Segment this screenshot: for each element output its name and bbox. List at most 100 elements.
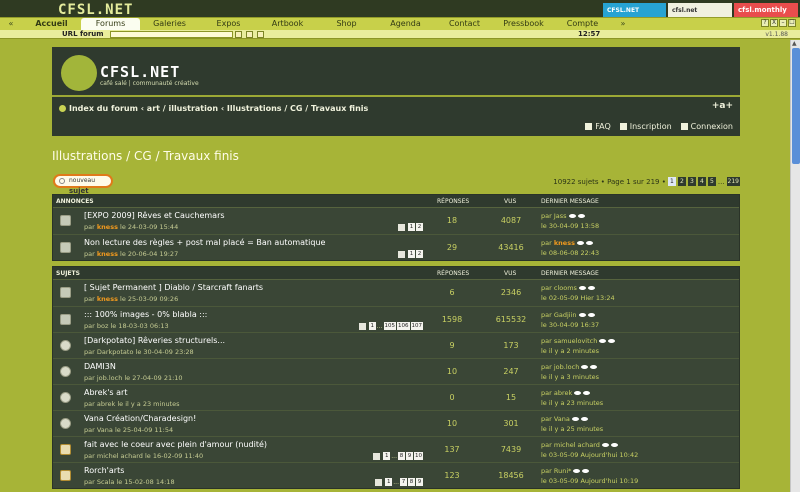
faq-link[interactable]: FAQ	[585, 122, 611, 131]
scrollbar-thumb[interactable]	[792, 48, 800, 164]
last-author-link[interactable]: job.loch	[554, 363, 579, 371]
topic-page-link[interactable]: 1	[408, 250, 415, 258]
tab-galeries[interactable]: Galeries	[140, 18, 199, 30]
breadcrumb-text[interactable]: Index du forum ‹ art / illustration ‹ Il…	[69, 104, 368, 113]
page-3[interactable]: 3	[687, 177, 696, 186]
topic-page-link[interactable]: 1	[368, 322, 376, 330]
view-last-icon[interactable]	[590, 365, 598, 369]
topic-author-link[interactable]: Vana	[97, 426, 113, 434]
url-go-button[interactable]	[235, 31, 242, 38]
forum-logo-text[interactable]: CFSL.NET	[100, 63, 180, 81]
topic-author-link[interactable]: kness	[97, 223, 118, 231]
view-last-icon[interactable]	[582, 469, 590, 473]
view-last-icon[interactable]	[574, 391, 582, 395]
topic-title-link[interactable]: fait avec le coeur avec plein d'amour (n…	[84, 440, 267, 449]
tab-expos[interactable]: Expos	[199, 18, 258, 30]
nav-next-icon[interactable]: »	[612, 18, 634, 30]
topic-page-link[interactable]: 1	[385, 478, 393, 486]
topic-author-link[interactable]: Darkpotato	[97, 348, 134, 356]
topic-title-link[interactable]: Rorch'arts	[84, 466, 124, 475]
view-last-icon[interactable]	[601, 443, 609, 447]
connexion-link[interactable]: Connexion	[680, 122, 733, 131]
tab-forums[interactable]: Forums	[81, 18, 140, 30]
topic-author-link[interactable]: kness	[97, 250, 118, 258]
view-last-icon[interactable]	[573, 469, 581, 473]
page-4[interactable]: 4	[697, 177, 706, 186]
url-forum-input[interactable]	[110, 31, 233, 38]
view-last-icon[interactable]	[585, 241, 593, 245]
topic-row[interactable]: fait avec le coeur avec plein d'amour (n…	[53, 436, 739, 462]
page-2[interactable]: 2	[677, 177, 686, 186]
page-last[interactable]: 219	[726, 177, 740, 186]
topic-page-link[interactable]: 106	[397, 322, 410, 330]
view-last-icon[interactable]	[599, 339, 607, 343]
close-icon[interactable]: X	[770, 19, 778, 27]
topic-row[interactable]: [EXPO 2009] Rêves et Cauchemars par kness…	[53, 208, 739, 234]
topic-row[interactable]: DAMI3N par job.loch le 27-04-09 21:10 10 24…	[53, 358, 739, 384]
page-1[interactable]: 1	[667, 177, 676, 186]
tab-compte[interactable]: Compte	[553, 18, 612, 30]
topic-row[interactable]: Abrek's art par abrek le il y a 23 minute…	[53, 384, 739, 410]
banner-cfsl[interactable]: CFSL.NET	[603, 3, 666, 18]
last-author-link[interactable]: clooms	[554, 284, 577, 292]
topic-author-link[interactable]: abrek	[97, 400, 115, 408]
last-author-link[interactable]: Jass	[554, 212, 567, 220]
topic-author-link[interactable]: kness	[97, 295, 118, 303]
font-size-toggle[interactable]: +a+	[712, 101, 733, 111]
topic-page-link[interactable]: 10	[414, 452, 423, 460]
view-last-icon[interactable]	[568, 214, 576, 218]
view-last-icon[interactable]	[571, 417, 579, 421]
topic-row[interactable]: [ Sujet Permanent ] Diablo / Starcraft f…	[53, 280, 739, 306]
topic-title-link[interactable]: [Darkpotato] Rêveries structurels...	[84, 336, 225, 345]
topic-row[interactable]: [Darkpotato] Rêveries structurels... par …	[53, 332, 739, 358]
view-last-icon[interactable]	[577, 214, 585, 218]
last-author-link[interactable]: Vana	[554, 415, 570, 423]
page-5[interactable]: 5	[707, 177, 716, 186]
last-author-link[interactable]: Gadjiin	[554, 311, 577, 319]
view-last-icon[interactable]	[578, 313, 586, 317]
view-last-icon[interactable]	[583, 391, 591, 395]
maximize-icon[interactable]: ☐	[788, 19, 796, 27]
view-last-icon[interactable]	[587, 286, 595, 290]
topic-row[interactable]: Rorch'arts par Scala le 15-02-08 14:18 1..…	[53, 462, 739, 488]
scroll-up-icon[interactable]: ▲	[792, 40, 797, 47]
topic-title-link[interactable]: DAMI3N	[84, 362, 116, 371]
banner-monthly[interactable]: cfsl.monthly	[734, 3, 798, 18]
url-prev-button[interactable]	[246, 31, 253, 38]
topic-page-link[interactable]: 2	[416, 250, 423, 258]
topic-page-link[interactable]: 1	[383, 452, 391, 460]
view-last-icon[interactable]	[581, 365, 589, 369]
tab-shop[interactable]: Shop	[317, 18, 376, 30]
topic-title-link[interactable]: [EXPO 2009] Rêves et Cauchemars	[84, 211, 225, 220]
inscription-link[interactable]: Inscription	[619, 122, 672, 131]
url-next-button[interactable]	[257, 31, 264, 38]
view-last-icon[interactable]	[610, 443, 618, 447]
topic-page-link[interactable]: 9	[406, 452, 413, 460]
topic-author-link[interactable]: michel achard	[97, 452, 143, 460]
tab-artbook[interactable]: Artbook	[258, 18, 317, 30]
tab-pressbook[interactable]: Pressbook	[494, 18, 553, 30]
last-author-link[interactable]: michel achard	[554, 441, 600, 449]
help-icon[interactable]: ?	[761, 19, 769, 27]
tab-accueil[interactable]: Accueil	[22, 18, 81, 30]
topic-title-link[interactable]: Abrek's art	[84, 388, 127, 397]
topic-page-link[interactable]: 8	[398, 452, 405, 460]
last-author-link[interactable]: Runi*	[554, 467, 572, 475]
topic-page-link[interactable]: 107	[410, 322, 423, 330]
last-author-link[interactable]: abrek	[554, 389, 572, 397]
topic-page-link[interactable]: 105	[383, 322, 396, 330]
view-last-icon[interactable]	[608, 339, 616, 343]
topic-title-link[interactable]: Non lecture des règles + post mal placé …	[84, 238, 325, 247]
topic-page-link[interactable]: 8	[408, 478, 415, 486]
topic-row[interactable]: Vana Création/Charadesign! par Vana le 25…	[53, 410, 739, 436]
topic-row[interactable]: ::: 100% images - 0% blabla ::: par boz l…	[53, 306, 739, 332]
breadcrumb[interactable]: Index du forum ‹ art / illustration ‹ Il…	[59, 104, 368, 113]
nav-prev-icon[interactable]: «	[0, 18, 22, 30]
view-last-icon[interactable]	[580, 417, 588, 421]
topic-page-link[interactable]: 9	[416, 478, 423, 486]
view-last-icon[interactable]	[587, 313, 595, 317]
banner-cfsl-alt[interactable]: cfsl.net	[668, 3, 732, 18]
page-scrollbar[interactable]: ▲	[790, 40, 800, 492]
topic-page-link[interactable]: 7	[400, 478, 407, 486]
new-topic-button[interactable]: nouveau sujet	[53, 174, 113, 195]
